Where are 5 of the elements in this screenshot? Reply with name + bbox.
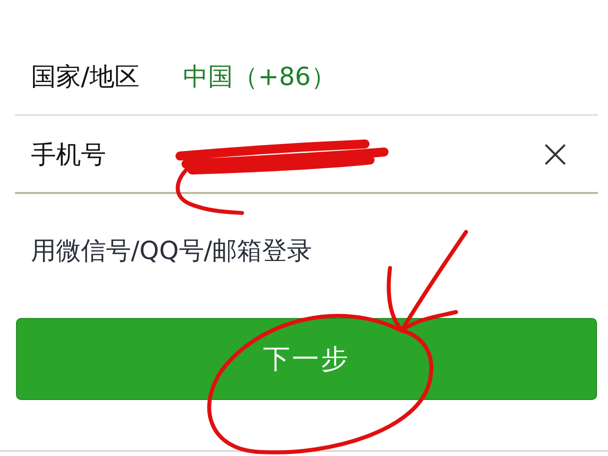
field-label: 手机号 (31, 138, 107, 170)
field-label: 国家/地区 (31, 60, 140, 92)
clear-icon[interactable]: × (538, 134, 572, 174)
country-value[interactable]: 中国（+86） (183, 60, 598, 92)
alt-login-link[interactable]: 用微信号/QQ号/邮箱登录 (31, 234, 608, 274)
